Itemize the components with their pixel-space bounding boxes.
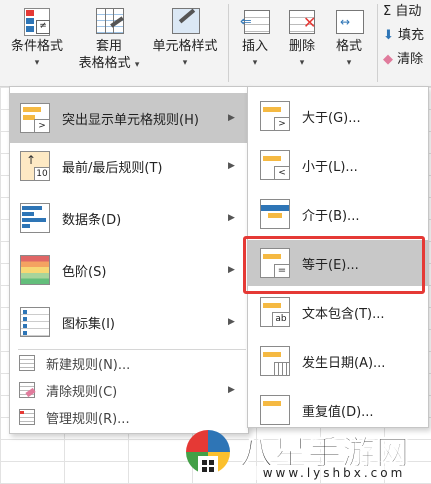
eraser-icon: ◆ — [383, 52, 398, 67]
editing-group: Σ 自动 ⬇ 填充 ◆ 清除 — [383, 0, 431, 72]
conditional-format-menu: > 突出显示单元格规则(H) ▶ ↑ 10 最前/最后规则(T) ▶ 数据条(D… — [9, 86, 249, 434]
table-format-icon — [92, 6, 126, 38]
color-scales-icon — [18, 253, 52, 287]
format-as-table-label-2: 表格格式 ▾ — [72, 55, 146, 74]
submenu-item-date-occurring[interactable]: 发生日期(A)... — [248, 338, 428, 384]
submenu-item-text-contains[interactable]: ab 文本包含(T)... — [248, 289, 428, 335]
watermark-url: www.lyshbx.com — [240, 466, 428, 480]
clear-rules-icon — [18, 381, 36, 399]
watermark-logo — [180, 426, 236, 482]
text-contains-icon: ab — [258, 295, 292, 329]
menu-item-highlight-rules[interactable]: > 突出显示单元格规则(H) ▶ — [10, 93, 248, 143]
chevron-right-icon: ▶ — [228, 317, 235, 327]
chevron-down-icon: ▾ — [299, 58, 305, 68]
submenu-item-label: 大于(G)... — [302, 110, 361, 126]
menu-item-label: 突出显示单元格规则(H) — [62, 112, 199, 128]
format-label: 格式 — [335, 39, 362, 54]
fill-label: 填充 — [398, 28, 425, 43]
highlight-rules-icon: > — [18, 101, 52, 135]
submenu-item-label: 发生日期(A)... — [302, 355, 386, 371]
menu-item-top-bottom-rules[interactable]: ↑ 10 最前/最后规则(T) ▶ — [10, 141, 248, 191]
ribbon: ≠ 条件格式 ▾ 套用 表格格式 ▾ 单元格样式 ▾ ⇐ 插入 ▾ ✕ 删除 ▾… — [0, 0, 431, 87]
format-button[interactable]: ↔ 格式 ▾ — [326, 0, 372, 72]
submenu-item-duplicate-values[interactable]: 重复值(D)... — [248, 387, 428, 427]
new-rule-icon — [18, 354, 36, 372]
menu-item-label: 清除规则(C) — [46, 384, 118, 400]
insert-button[interactable]: ⇐ 插入 ▾ — [232, 0, 278, 72]
fill-button[interactable]: ⬇ 填充 — [383, 24, 431, 48]
cell-style-label: 单元格样式 — [152, 39, 218, 54]
fill-down-icon: ⬇ — [383, 28, 399, 43]
ribbon-separator — [377, 4, 378, 82]
chevron-down-icon: ▾ — [346, 58, 352, 68]
watermark: 八星手游网 www.lyshbx.com — [180, 424, 431, 484]
chevron-down-icon: ▾ — [134, 60, 140, 70]
format-icon: ↔ — [332, 6, 366, 38]
format-as-table-label-1: 套用 — [95, 39, 122, 54]
chevron-right-icon: ▶ — [228, 385, 235, 395]
menu-item-clear-rules[interactable]: 清除规则(C) ▶ — [10, 378, 248, 402]
cell-style-icon — [168, 6, 202, 38]
menu-item-data-bars[interactable]: 数据条(D) ▶ — [10, 193, 248, 243]
submenu-item-greater-than[interactable]: > 大于(G)... — [248, 93, 428, 139]
chevron-right-icon: ▶ — [228, 213, 235, 223]
delete-button[interactable]: ✕ 删除 ▾ — [279, 0, 325, 72]
icon-sets-icon — [18, 305, 52, 339]
chevron-down-icon: ▾ — [34, 58, 40, 68]
chevron-down-icon: ▾ — [252, 58, 258, 68]
menu-item-label: 最前/最后规则(T) — [62, 160, 163, 176]
chevron-right-icon: ▶ — [228, 161, 235, 171]
menu-item-label: 新建规则(N)... — [46, 357, 131, 373]
ab-label: ab — [272, 312, 290, 327]
menu-item-color-scales[interactable]: 色阶(S) ▶ — [10, 245, 248, 295]
insert-icon: ⇐ — [238, 6, 272, 38]
menu-item-icon-sets[interactable]: 图标集(I) ▶ — [10, 297, 248, 347]
data-bars-icon — [18, 201, 52, 235]
submenu-item-label: 介于(B)... — [302, 208, 360, 224]
clear-label: 清除 — [397, 52, 424, 67]
autosum-label: 自动 — [395, 4, 422, 19]
submenu-item-less-than[interactable]: < 小于(L)... — [248, 142, 428, 188]
conditional-format-label: 条件格式 — [10, 39, 63, 54]
submenu-item-label: 重复值(D)... — [302, 404, 374, 420]
conditional-format-button[interactable]: ≠ 条件格式 ▾ — [6, 0, 68, 72]
greater-than-icon: > — [258, 99, 292, 133]
ribbon-separator — [228, 4, 229, 82]
menu-item-label: 图标集(I) — [62, 316, 115, 332]
sigma-icon: Σ — [383, 4, 396, 19]
ten-label: 10 — [34, 167, 50, 181]
insert-label: 插入 — [241, 39, 268, 54]
delete-label: 删除 — [288, 39, 315, 54]
chevron-right-icon: ▶ — [228, 265, 235, 275]
between-icon — [258, 197, 292, 231]
duplicate-values-icon — [258, 393, 292, 427]
delete-icon: ✕ — [285, 6, 319, 38]
menu-item-label: 数据条(D) — [62, 212, 122, 228]
chevron-right-icon: ▶ — [228, 113, 235, 123]
format-as-table-label-2-text: 表格格式 — [78, 56, 131, 71]
menu-item-label: 色阶(S) — [62, 264, 107, 280]
menu-item-new-rule[interactable]: 新建规则(N)... — [10, 351, 248, 375]
cell-style-button[interactable]: 单元格样式 ▾ — [146, 0, 224, 72]
menu-separator — [18, 349, 246, 350]
conditional-format-icon: ≠ — [20, 6, 54, 38]
manage-rules-icon — [18, 408, 36, 426]
less-than-icon: < — [258, 148, 292, 182]
clear-button[interactable]: ◆ 清除 — [383, 48, 431, 72]
date-occurring-icon — [258, 344, 292, 378]
submenu-item-label: 文本包含(T)... — [302, 306, 385, 322]
top-bottom-rules-icon: ↑ 10 — [18, 149, 52, 183]
submenu-item-label: 小于(L)... — [302, 159, 358, 175]
submenu-item-between[interactable]: 介于(B)... — [248, 191, 428, 237]
equal-to-highlight-box — [243, 236, 425, 294]
autosum-button[interactable]: Σ 自动 — [383, 0, 431, 24]
chevron-down-icon: ▾ — [182, 58, 188, 68]
format-as-table-button[interactable]: 套用 表格格式 ▾ — [72, 0, 146, 74]
